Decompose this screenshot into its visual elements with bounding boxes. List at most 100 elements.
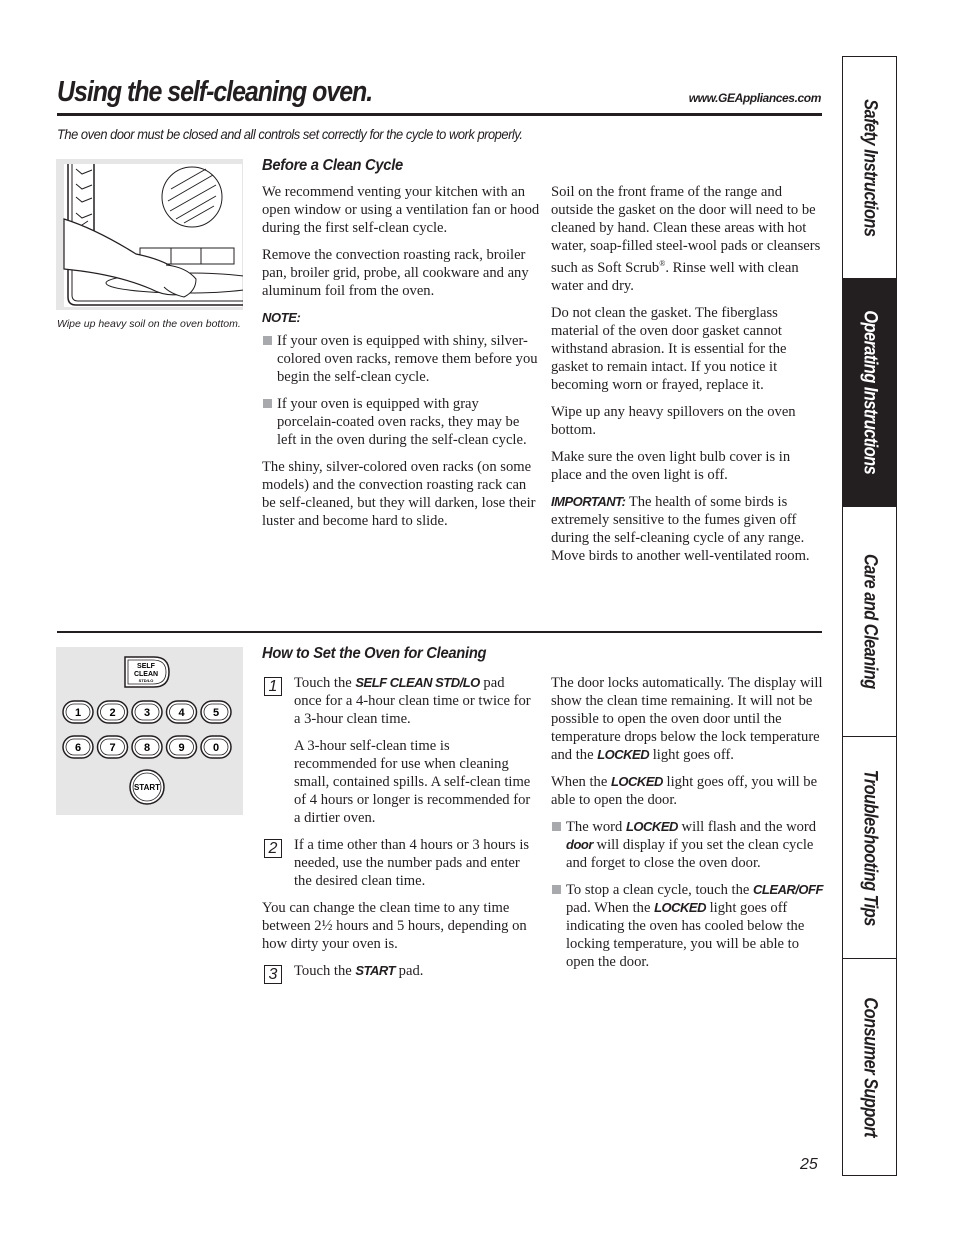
step-number-badge: 2 <box>264 839 282 858</box>
bullet-square-icon <box>552 885 561 894</box>
step-number-badge: 1 <box>264 677 282 696</box>
step-text: pad. <box>395 963 424 979</box>
tab-label: Troubleshooting Tips <box>859 769 881 926</box>
number-key-label: 8 <box>144 742 150 754</box>
note-bullet-text: If your oven is equipped with gray porce… <box>277 396 527 448</box>
number-key-label: 5 <box>213 707 219 719</box>
number-key-label: 2 <box>109 707 115 719</box>
step-1: 1 Touch the SELF CLEAN STD/LO pad once f… <box>262 674 532 728</box>
before-clean-heading: Before a Clean Cycle <box>262 157 403 174</box>
number-key: 2 <box>96 700 129 724</box>
note-bullet: If your oven is equipped with gray porce… <box>262 395 540 449</box>
step-number-badge: 3 <box>264 965 282 984</box>
tab-label: Care and Cleaning <box>859 554 881 689</box>
locked-keyword: LOCKED <box>597 747 650 762</box>
note-bullet-text: If your oven is equipped with shiny, sil… <box>277 333 538 385</box>
locked-flash-bullet: The word LOCKED will flash and the word … <box>551 818 823 872</box>
self-key-line2: CLEAN <box>134 671 158 678</box>
oven-wipe-illustration <box>56 159 243 310</box>
number-key-label: 4 <box>178 707 185 719</box>
gasket-paragraph: Do not clean the gasket. The fiberglass … <box>551 304 787 393</box>
page-title: Using the self-cleaning oven. <box>57 76 373 108</box>
tab-safety-instructions[interactable]: Safety Instructions <box>843 57 896 279</box>
self-clean-key: SELF CLEAN STD/LO <box>124 656 170 688</box>
light-bulb-paragraph: Make sure the oven light bulb cover is i… <box>551 448 791 483</box>
tab-label: Safety Instructions <box>859 98 881 237</box>
title-divider <box>57 113 822 116</box>
tab-troubleshooting-tips[interactable]: Troubleshooting Tips <box>843 737 896 959</box>
tab-label: Consumer Support <box>859 997 881 1137</box>
how-to-heading: How to Set the Oven for Cleaning <box>262 645 487 662</box>
number-key: 0 <box>200 735 232 759</box>
number-key-label: 3 <box>144 707 150 719</box>
how-to-right-column: The door locks automatically. The displa… <box>551 674 823 980</box>
step-3: 3 Touch the START pad. <box>262 962 532 984</box>
bullet-text: will flash and the word <box>677 819 817 835</box>
tab-operating-instructions[interactable]: Operating Instructions <box>843 279 896 507</box>
oven-illustration-icon <box>63 164 243 307</box>
number-key: 7 <box>96 735 129 759</box>
spillovers-paragraph: Wipe up any heavy spillovers on the oven… <box>551 403 796 438</box>
door-keyword: door <box>566 837 593 852</box>
bullet-square-icon <box>552 822 561 831</box>
door-locks-paragraph: The door locks automatically. The displa… <box>551 674 823 764</box>
step-text: Touch the <box>294 963 356 979</box>
bullet-text: To stop a clean cycle, touch the <box>566 882 754 898</box>
number-key: 4 <box>165 700 198 724</box>
start-key-label: START <box>134 783 160 792</box>
remove-items-paragraph: Remove the convection roasting rack, bro… <box>262 247 529 299</box>
step-2: 2 If a time other than 4 hours or 3 hour… <box>262 836 532 890</box>
self-clean-keyword: SELF CLEAN STD/LO <box>355 675 480 690</box>
clear-off-keyword: CLEAR/OFF <box>753 882 823 897</box>
self-key-line3: STD/LO <box>139 678 154 683</box>
racks-paragraph: The shiny, silver-colored oven racks (on… <box>262 459 536 529</box>
stop-cycle-bullet: To stop a clean cycle, touch the CLEAR/O… <box>551 881 823 971</box>
step-text: Touch the <box>294 675 356 691</box>
note-label: NOTE: <box>262 310 301 325</box>
locked-keyword: LOCKED <box>654 900 706 915</box>
step-1-recommendation: A 3-hour self-clean time is recommended … <box>294 738 531 826</box>
bullet-square-icon <box>263 399 272 408</box>
number-key: 1 <box>62 700 94 724</box>
number-key-label: 9 <box>178 742 184 754</box>
number-key: 6 <box>62 735 94 759</box>
self-key-line1: SELF <box>137 663 156 670</box>
tab-care-and-cleaning[interactable]: Care and Cleaning <box>843 507 896 737</box>
number-key: 5 <box>200 700 232 724</box>
bullet-text: will display if you set the clean cycle … <box>566 837 814 871</box>
before-right-column: Soil on the front frame of the range and… <box>551 183 823 574</box>
number-key: 8 <box>131 735 163 759</box>
oven-figure-caption: Wipe up heavy soil on the oven bottom. <box>57 318 241 330</box>
door-locks-text: light goes off. <box>649 747 734 763</box>
section-divider <box>57 631 822 633</box>
start-keyword: START <box>355 963 396 978</box>
number-key: 3 <box>131 700 163 724</box>
venting-paragraph: We recommend venting your kitchen with a… <box>262 184 540 236</box>
section-tabs: Safety Instructions Operating Instructio… <box>842 56 897 1176</box>
bullet-square-icon <box>263 336 272 345</box>
tab-consumer-support[interactable]: Consumer Support <box>843 959 896 1175</box>
website-url[interactable]: www.GEAppliances.com <box>689 91 822 105</box>
keypad-illustration: SELF CLEAN STD/LO 1 2 3 4 5 6 7 8 9 0 START <box>56 647 243 815</box>
number-key-label: 6 <box>75 742 81 754</box>
front-frame-paragraph: Soil on the front frame of the range and… <box>551 183 823 295</box>
important-label: IMPORTANT: <box>551 493 626 509</box>
number-key-label: 7 <box>109 742 115 754</box>
important-paragraph: IMPORTANT: The health of some birds is e… <box>551 493 823 565</box>
tab-label: Operating Instructions <box>859 310 881 475</box>
bullet-text: The word <box>566 819 626 835</box>
number-key-label: 1 <box>75 707 81 719</box>
locked-keyword: LOCKED <box>610 774 663 789</box>
page-subtitle: The oven door must be closed and all con… <box>57 126 523 142</box>
page-number: 25 <box>800 1156 818 1173</box>
before-left-column: We recommend venting your kitchen with a… <box>262 183 540 539</box>
locked-off-text: When the <box>551 774 611 790</box>
note-bullet: If your oven is equipped with shiny, sil… <box>262 332 540 386</box>
number-key: 9 <box>165 735 198 759</box>
locked-off-paragraph: When the LOCKED light goes off, you will… <box>551 773 823 809</box>
how-to-left-column: 1 Touch the SELF CLEAN STD/LO pad once f… <box>262 674 532 989</box>
number-key-label: 0 <box>213 742 219 754</box>
keypad-icon: SELF CLEAN STD/LO 1 2 3 4 5 6 7 8 9 0 START <box>62 656 232 805</box>
start-key: START <box>129 769 165 805</box>
change-time-paragraph: You can change the clean time to any tim… <box>262 900 527 952</box>
